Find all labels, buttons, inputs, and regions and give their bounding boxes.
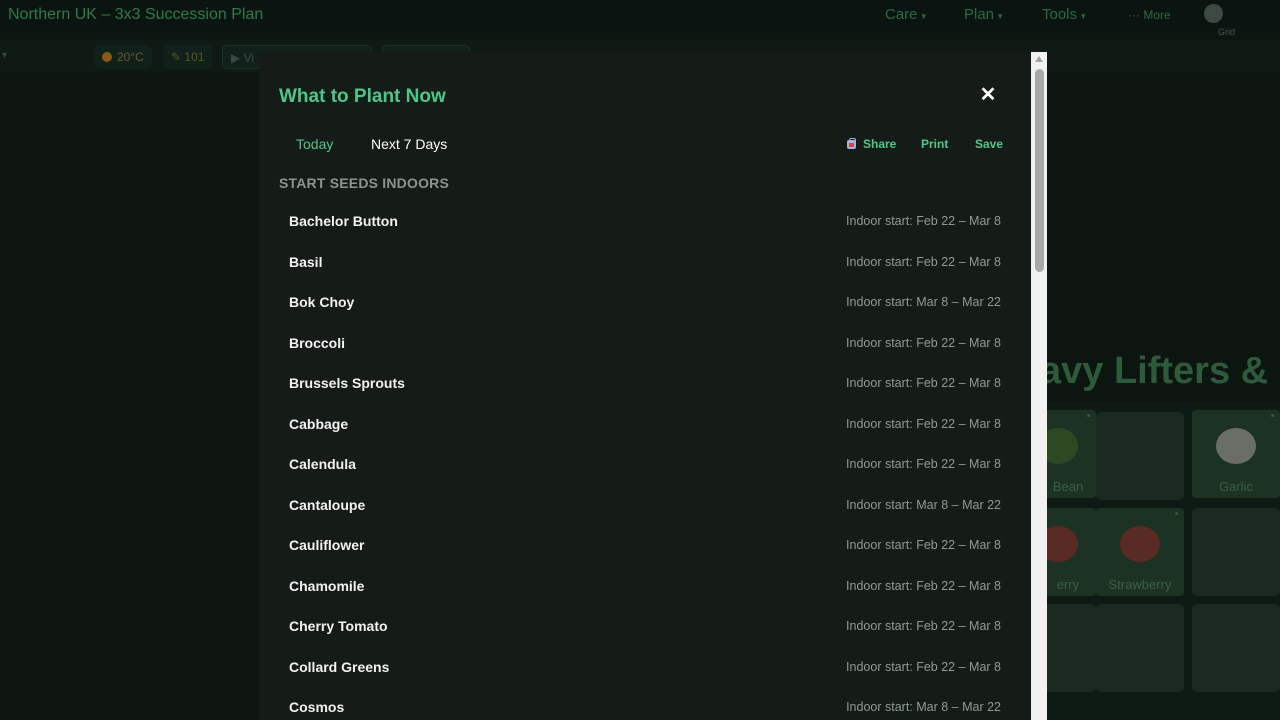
pencil-icon: ✎: [171, 50, 185, 64]
chevron-down-icon: ▾: [921, 11, 927, 21]
cell-name: Strawberry: [1108, 577, 1172, 592]
plant-name: Cosmos: [289, 699, 345, 715]
grid-label: Grid: [1218, 27, 1236, 37]
list-item[interactable]: Calendula Indoor start: Feb 22 – Mar 8: [279, 444, 1011, 485]
chevron-down-icon: ▾: [1081, 11, 1086, 21]
planting-window: Indoor start: Feb 22 – Mar 8: [846, 538, 1001, 552]
close-button[interactable]: ✕: [977, 84, 999, 106]
plant-name: Cantaloupe: [289, 496, 366, 513]
planting-window: Indoor start: Feb 22 – Mar 8: [846, 578, 1001, 593]
temperature-chip[interactable]: 20°C: [94, 45, 152, 69]
nav-care-label: Care: [885, 6, 918, 23]
garden-grid: ■ Bean ■ Garlic erry ■ Strawberry: [1008, 402, 1280, 720]
strawberry-icon: [1120, 526, 1160, 562]
cell-name: erry: [1056, 577, 1080, 592]
cell-tag: ■: [1174, 511, 1178, 517]
planting-window: Indoor start: Feb 22 – Mar 8: [846, 214, 1001, 228]
plant-name: Chamomile: [289, 577, 365, 594]
plant-name: Basil: [289, 253, 323, 270]
cell-tag: ■: [1086, 413, 1090, 419]
scroll-up-arrow-icon[interactable]: [1035, 56, 1043, 62]
planting-window: Indoor start: Feb 22 – Mar 8: [846, 376, 1001, 390]
counter-value: 101: [184, 50, 205, 64]
close-icon: ✕: [979, 84, 997, 106]
cell-tag: ■: [1270, 413, 1274, 419]
planting-window: Indoor start: Mar 8 – Mar 22: [846, 295, 1001, 309]
counter-chip[interactable]: ✎ 101: [163, 45, 213, 69]
list-item[interactable]: Chamomile Indoor start: Feb 22 – Mar 8: [279, 566, 1011, 607]
plant-list: Bachelor Button Indoor start: Feb 22 – Ma…: [279, 201, 1011, 720]
play-icon: ▶: [231, 51, 244, 65]
list-item[interactable]: Cosmos Indoor start: Mar 8 – Mar 22: [279, 687, 1011, 720]
app-header: Northern UK – 3x3 Succession Plan Care ▾ …: [0, 0, 1280, 37]
planting-window: Indoor start: Mar 8 – Mar 22: [846, 497, 1001, 512]
grid-cell-strawberry[interactable]: ■ Strawberry: [1096, 508, 1184, 596]
list-item[interactable]: Cauliflower Indoor start: Feb 22 – Mar 8: [279, 525, 1011, 566]
list-item[interactable]: Cabbage Indoor start: Feb 22 – Mar 8: [279, 404, 1011, 445]
list-item[interactable]: Broccoli Indoor start: Feb 22 – Mar 8: [279, 323, 1011, 364]
list-item[interactable]: Collard Greens Indoor start: Feb 22 – Mar…: [279, 647, 1011, 688]
grid-cell-garlic[interactable]: ■ Garlic: [1192, 410, 1280, 498]
planting-window: Indoor start: Feb 22 – Mar 8: [846, 416, 1001, 431]
save-button[interactable]: Save: [975, 137, 1003, 151]
modal-scrollbar[interactable]: [1031, 52, 1047, 720]
tab-today[interactable]: Today: [296, 136, 333, 152]
temperature-value: 20°C: [117, 50, 144, 64]
grid-cell-empty[interactable]: [1192, 508, 1280, 596]
garlic-icon: [1216, 428, 1256, 464]
plant-name: Calendula: [289, 456, 356, 472]
nav-plan[interactable]: Plan ▾: [964, 6, 1003, 23]
share-label: Share: [863, 137, 897, 151]
list-item[interactable]: Bok Choy Indoor start: Mar 8 – Mar 22: [279, 282, 1011, 323]
list-item[interactable]: Cantaloupe Indoor start: Mar 8 – Mar 22: [279, 485, 1011, 526]
chevron-down-icon[interactable]: ▼: [0, 50, 9, 60]
share-icon: [847, 138, 856, 149]
list-item[interactable]: Bachelor Button Indoor start: Feb 22 – Ma…: [279, 201, 1011, 242]
plant-name: Cherry Tomato: [289, 618, 388, 634]
grid-cell-empty[interactable]: [1096, 604, 1184, 692]
nav-tools[interactable]: Tools ▾: [1042, 6, 1086, 23]
tab-next-7-days[interactable]: Next 7 Days: [371, 136, 447, 152]
plant-name: Bachelor Button: [289, 213, 398, 229]
plant-name: Broccoli: [289, 334, 346, 351]
what-to-plant-modal: What to Plant Now ✕ Today Next 7 Days Sh…: [259, 52, 1031, 720]
planting-window: Indoor start: Feb 22 – Mar 8: [846, 659, 1001, 674]
avatar[interactable]: [1204, 4, 1223, 23]
share-button[interactable]: Share: [847, 137, 896, 151]
app-title: Northern UK – 3x3 Succession Plan: [8, 6, 264, 23]
grid-cell-empty[interactable]: [1096, 412, 1184, 500]
modal-title: What to Plant Now: [279, 86, 446, 107]
section-heading-bg: avy Lifters & F: [1040, 350, 1280, 392]
planting-window: Indoor start: Feb 22 – Mar 8: [846, 335, 1001, 350]
plant-name: Cauliflower: [289, 537, 365, 553]
plant-name: Collard Greens: [289, 658, 390, 675]
list-item[interactable]: Brussels Sprouts Indoor start: Feb 22 – M…: [279, 363, 1011, 404]
cell-name: Bean: [1052, 479, 1084, 494]
list-item[interactable]: Basil Indoor start: Feb 22 – Mar 8: [279, 242, 1011, 283]
sun-icon: [102, 52, 112, 62]
planting-window: Indoor start: Feb 22 – Mar 8: [846, 457, 1001, 471]
list-item[interactable]: Cherry Tomato Indoor start: Feb 22 – Mar …: [279, 606, 1011, 647]
scrollbar-thumb[interactable]: [1035, 69, 1044, 272]
grid-cell-empty[interactable]: [1192, 604, 1280, 692]
planting-window: Indoor start: Feb 22 – Mar 8: [846, 254, 1001, 269]
nav-more[interactable]: ··· More: [1128, 8, 1171, 22]
plant-name: Bok Choy: [289, 294, 355, 310]
nav-plan-label: Plan: [964, 6, 995, 23]
planting-window: Indoor start: Feb 22 – Mar 8: [846, 619, 1001, 633]
chevron-down-icon: ▾: [998, 11, 1003, 21]
section-heading-start-seeds-indoors: START SEEDS INDOORS: [279, 175, 450, 191]
print-button[interactable]: Print: [921, 137, 948, 151]
nav-tools-label: Tools: [1042, 6, 1078, 23]
nav-care[interactable]: Care ▾: [885, 6, 926, 23]
play-label: Vi: [243, 51, 255, 65]
cell-name: Garlic: [1219, 479, 1253, 494]
planting-window: Indoor start: Mar 8 – Mar 22: [846, 700, 1001, 714]
plant-name: Brussels Sprouts: [289, 375, 405, 391]
plant-name: Cabbage: [289, 415, 349, 432]
